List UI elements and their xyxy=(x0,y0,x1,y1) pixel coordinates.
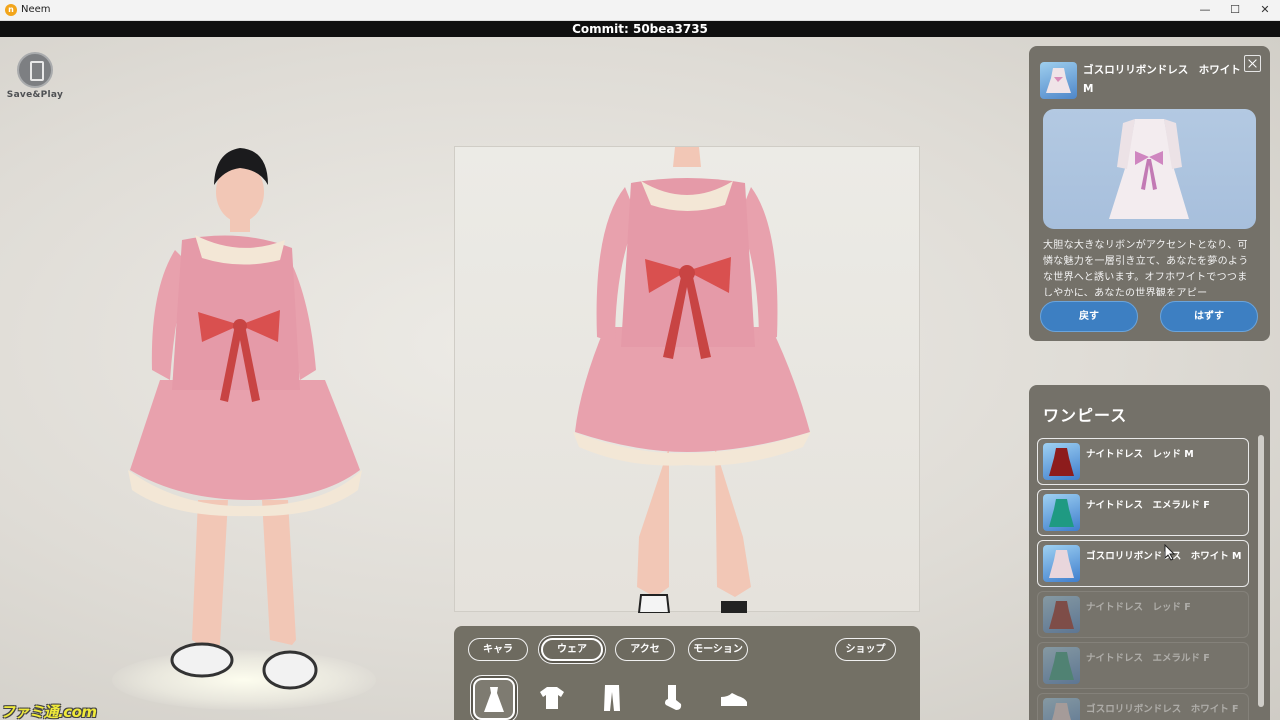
item-thumbnail xyxy=(1043,647,1080,684)
item-thumbnail xyxy=(1043,545,1080,582)
shoe-icon xyxy=(721,693,747,706)
character-model[interactable] xyxy=(120,140,380,710)
sock-icon xyxy=(665,685,682,710)
commit-bar: Commit: 50bea3735 xyxy=(0,21,1280,37)
remove-button[interactable]: はずす xyxy=(1160,301,1258,332)
close-window-button[interactable]: ✕ xyxy=(1250,0,1280,21)
category-shoes-button[interactable] xyxy=(713,678,755,720)
pants-icon xyxy=(604,685,620,711)
item-detail-panel: ゴスロリリボンドレス ホワイト M 大胆な大きなリボンがアクセントとなり、可憐な… xyxy=(1029,46,1270,341)
dress-preview-icon xyxy=(1109,119,1189,219)
return-button[interactable]: 戻す xyxy=(1040,301,1138,332)
item-detail-thumbnail xyxy=(1040,62,1077,99)
category-socks-button[interactable] xyxy=(653,678,695,720)
shirt-icon xyxy=(540,687,564,709)
app-icon: n xyxy=(5,4,17,16)
category-shirt-button[interactable] xyxy=(533,678,575,720)
list-item-label: ナイトドレス レッド F xyxy=(1086,602,1191,613)
list-item-label: ナイトドレス レッド M xyxy=(1086,449,1194,460)
save-play-label: Save&Play xyxy=(6,90,64,100)
commit-label: Commit: 50bea3735 xyxy=(572,22,708,36)
save-play-button[interactable]: Save&Play xyxy=(4,52,66,108)
dress-thumbnail-icon xyxy=(1049,601,1074,629)
list-item[interactable]: ナイトドレス エメラルド F xyxy=(1037,642,1249,689)
list-category-title: ワンピース xyxy=(1043,406,1128,425)
list-scrollbar-thumb[interactable] xyxy=(1258,435,1264,707)
dress-thumbnail-icon xyxy=(1046,68,1071,93)
bottom-toolbar: キャラ ウェア アクセ モーション ショップ xyxy=(454,626,920,720)
dress-thumbnail-icon xyxy=(1049,499,1074,527)
window-title: Neem xyxy=(21,4,51,15)
list-item[interactable]: ゴスロリリボンドレス ホワイト M xyxy=(1037,540,1249,587)
tab-accessory[interactable]: アクセ xyxy=(615,638,675,661)
item-detail-image xyxy=(1043,109,1256,229)
item-detail-description: 大胆な大きなリボンがアクセントとなり、可憐な魅力を一層引き立て、あなたを夢のよう… xyxy=(1043,240,1249,296)
list-item-label: ゴスロリリボンドレス ホワイト F xyxy=(1086,704,1239,715)
list-item[interactable]: ナイトドレス レッド F xyxy=(1037,591,1249,638)
tab-chara[interactable]: キャラ xyxy=(468,638,528,661)
item-detail-title: ゴスロリリボンドレス ホワイト M xyxy=(1083,64,1241,95)
list-item-label: ナイトドレス エメラルド F xyxy=(1086,653,1210,664)
item-thumbnail xyxy=(1043,443,1080,480)
maximize-button[interactable]: ☐ xyxy=(1220,0,1250,21)
item-thumbnail xyxy=(1043,494,1080,531)
dress-icon xyxy=(484,687,504,712)
door-icon xyxy=(17,52,53,88)
list-item[interactable]: ゴスロリリボンドレス ホワイト F xyxy=(1037,693,1249,720)
list-scrollbar[interactable] xyxy=(1258,435,1264,707)
dress-thumbnail-icon xyxy=(1049,448,1074,476)
item-list-panel: ワンピース ナイトドレス レッド M ナイトドレス エメラルド F ゴスロリリボ… xyxy=(1029,385,1270,720)
tab-shop[interactable]: ショップ xyxy=(835,638,896,661)
tab-motion[interactable]: モーション xyxy=(688,638,748,661)
tab-wear[interactable]: ウェア xyxy=(541,638,603,661)
item-thumbnail xyxy=(1043,596,1080,633)
list-item-label: ナイトドレス エメラルド F xyxy=(1086,500,1210,511)
category-dress-button[interactable] xyxy=(473,678,515,720)
item-preview-viewport xyxy=(454,146,920,614)
minimize-button[interactable]: — xyxy=(1190,0,1220,21)
preview-dress-image xyxy=(573,147,811,614)
window-titlebar: n Neem — ☐ ✕ xyxy=(0,0,1280,21)
mouse-cursor-icon xyxy=(1164,544,1176,561)
list-item[interactable]: ナイトドレス エメラルド F xyxy=(1037,489,1249,536)
close-icon[interactable] xyxy=(1244,55,1261,72)
dress-thumbnail-icon xyxy=(1049,652,1074,680)
watermark-logo: ファミ通.com xyxy=(0,703,97,720)
dress-thumbnail-icon xyxy=(1052,703,1071,720)
item-thumbnail xyxy=(1043,698,1080,720)
category-pants-button[interactable] xyxy=(593,678,635,720)
list-item[interactable]: ナイトドレス レッド M xyxy=(1037,438,1249,485)
dress-thumbnail-icon xyxy=(1049,550,1074,578)
